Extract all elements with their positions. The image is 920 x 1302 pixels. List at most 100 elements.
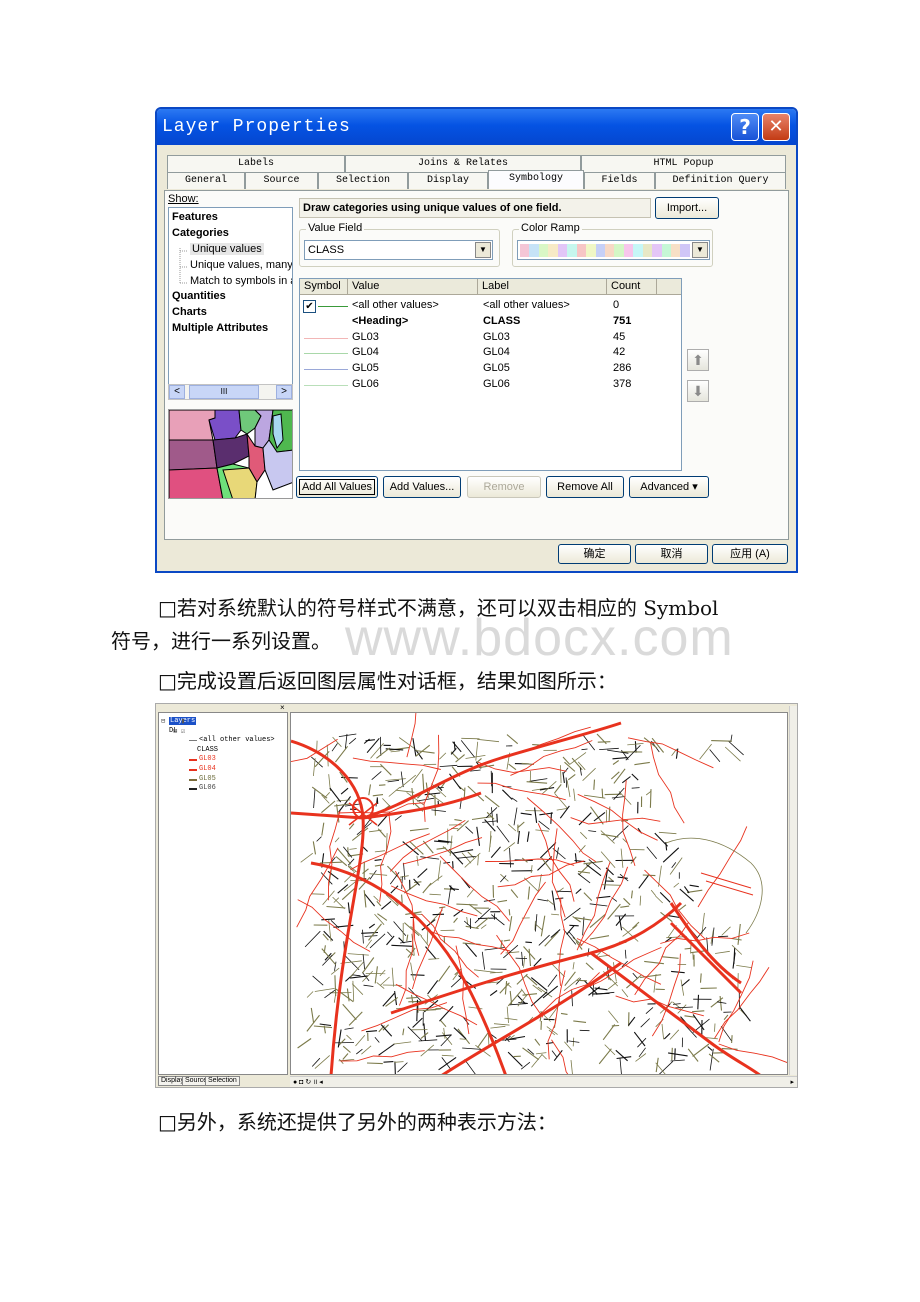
road-segment [731,937,742,941]
symbol-line[interactable] [304,337,348,339]
show-item-charts[interactable]: Charts [172,306,207,318]
cell-value: <all other values> [352,299,439,311]
toc-symbol-swatch[interactable] [189,759,197,762]
symbol-line[interactable] [318,306,348,307]
road-segment [362,929,364,944]
road-segment [669,902,742,985]
table-row[interactable]: <Heading> CLASS 751 [300,315,681,330]
view-mode-icons[interactable]: ● ◘ ↻ ॥ ◂ [293,1078,323,1087]
road-segment [675,748,679,759]
column-header-count[interactable]: Count [607,279,657,295]
road-segment [601,884,622,886]
expand-toggle-icon[interactable]: ▮ [181,717,185,726]
scroll-left-button[interactable]: < [169,385,185,399]
road-segment [371,771,382,781]
table-row[interactable]: ✔ <all other values> <all other values> 0 [300,299,681,314]
tab-fields[interactable]: Fields [584,172,655,189]
show-item-unique-values-many[interactable]: Unique values, many f [190,259,292,271]
table-row[interactable]: GL03 GL03 45 [300,331,681,346]
toc-item[interactable]: GL04 [199,765,216,773]
table-row[interactable]: GL06 GL06 378 [300,378,681,393]
road-segment [461,737,480,740]
toc-tab-selection[interactable]: Selection [205,1076,240,1086]
tab-labels[interactable]: Labels [167,155,345,172]
add-values-button[interactable]: Add Values... [383,476,461,498]
import-button[interactable]: Import... [655,197,719,219]
toc-symbol-swatch[interactable] [189,740,197,742]
title-bar[interactable]: Layer Properties ? ✕ [157,109,796,145]
table-of-contents[interactable]: Layers DL <all other values> CLASS GL03 GL04 G… [158,712,288,1075]
close-button[interactable]: ✕ [762,113,790,141]
column-header-symbol[interactable]: Symbol [300,279,348,295]
show-item-multiple-attributes[interactable]: Multiple Attributes [172,322,268,334]
row-checkbox[interactable]: ✔ [303,300,316,313]
tab-html-popup[interactable]: HTML Popup [581,155,786,172]
road-segment [674,1048,676,1060]
tab-selection[interactable]: Selection [318,172,408,189]
column-header-value[interactable]: Value [348,279,478,295]
remove-button[interactable]: Remove [467,476,541,498]
scroll-thumb[interactable]: III [189,385,259,399]
road-segment [351,983,364,995]
road-segment [452,861,454,869]
symbol-values-table[interactable]: Symbol Value Label Count ✔ <all other val… [299,278,682,471]
road-segment [363,890,367,908]
symbol-line[interactable] [304,385,348,386]
expand-toggle-icon[interactable]: ⊟ [161,717,165,726]
ok-button[interactable]: 确定 [558,544,631,564]
road-segment [465,943,478,957]
symbol-line[interactable] [304,353,348,355]
toc-item[interactable]: GL03 [199,755,216,763]
table-row[interactable]: GL05 GL05 286 [300,362,681,377]
map-display[interactable] [290,712,788,1075]
road-segment [724,746,741,762]
road-segment [607,981,618,990]
tab-general[interactable]: General [167,172,245,189]
show-item-unique-values[interactable]: Unique values [190,243,264,255]
toc-item[interactable]: GL06 [199,784,216,792]
tab-source[interactable]: Source [245,172,318,189]
move-up-button[interactable]: ⬆ [687,349,709,371]
map-vertical-scrollbar[interactable] [789,706,797,1075]
tab-display[interactable]: Display [408,172,488,189]
scroll-right-button[interactable]: > [276,385,292,399]
road-segment [477,738,500,743]
apply-button[interactable]: 应用 (A) [712,544,788,564]
value-field-select[interactable]: CLASS ▼ [304,240,493,260]
column-header-label[interactable]: Label [478,279,607,295]
layer-visibility-checkbox[interactable]: ☑ [181,727,185,736]
toc-item[interactable]: <all other values> [199,736,275,744]
cancel-button[interactable]: 取消 [635,544,708,564]
tab-symbology[interactable]: Symbology [488,170,584,189]
symbol-line[interactable] [304,369,348,371]
road-segment [576,979,587,982]
scroll-right-icon[interactable]: ▸ [790,1078,794,1086]
show-item-match-to-symbols[interactable]: Match to symbols in a [190,275,292,287]
move-down-button[interactable]: ⬇ [687,380,709,402]
show-item-categories[interactable]: Categories [172,227,229,239]
show-item-features[interactable]: Features [172,211,218,223]
road-segment [585,863,602,877]
road-segment [352,980,355,1002]
toc-symbol-swatch[interactable] [189,769,197,771]
toc-symbol-swatch[interactable] [189,788,197,791]
table-row[interactable]: GL04 GL04 42 [300,346,681,361]
color-ramp-select[interactable]: ▼ [517,240,710,260]
expand-toggle-icon[interactable]: ⊟ [173,727,177,736]
toc-item[interactable]: GL05 [199,775,216,783]
toc-item[interactable]: CLASS [197,746,218,754]
toc-close-icon[interactable]: × [280,704,285,712]
add-all-values-button[interactable]: Add All Values [296,476,378,498]
show-list[interactable]: Features Categories Unique values Unique… [168,207,293,393]
toc-symbol-swatch[interactable] [189,778,197,781]
road-segment [546,1041,554,1045]
advanced-button[interactable]: Advanced ▾ [629,476,709,498]
help-button[interactable]: ? [731,113,759,141]
show-list-hscroll[interactable]: < III > [168,384,293,400]
road-segment [369,873,388,876]
road-segment [456,903,478,906]
tab-definition-query[interactable]: Definition Query [655,172,786,189]
road-segment [480,924,487,929]
remove-all-button[interactable]: Remove All [546,476,624,498]
show-item-quantities[interactable]: Quantities [172,290,226,302]
